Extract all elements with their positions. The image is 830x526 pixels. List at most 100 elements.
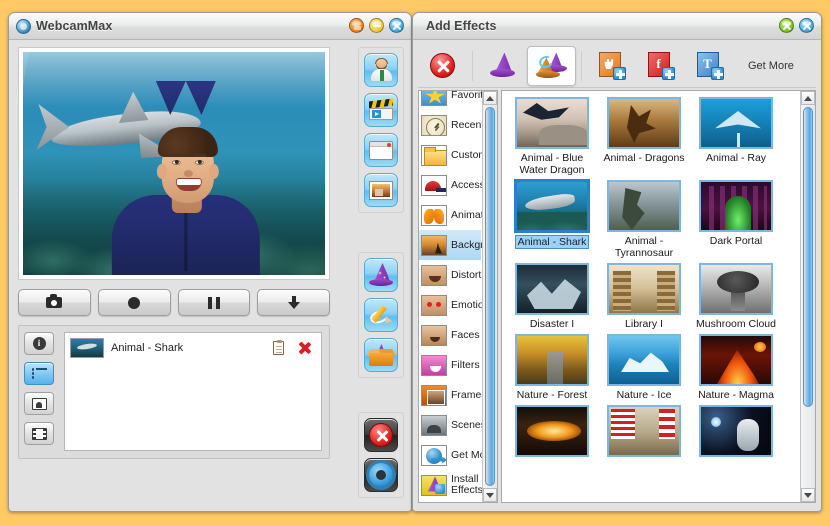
video-tab[interactable]: [24, 422, 54, 445]
close-button[interactable]: [799, 18, 814, 33]
info-tab[interactable]: i: [24, 332, 54, 355]
multi-effect-button[interactable]: [527, 46, 576, 86]
category-item-get-more[interactable]: Get More: [419, 440, 481, 470]
clear-effects-button[interactable]: [364, 418, 398, 452]
toolbar-divider: [581, 51, 582, 81]
category-item-favorites[interactable]: Favorites: [419, 90, 481, 110]
category-item-animations[interactable]: Animations: [419, 200, 481, 230]
effect-cell[interactable]: Animal - Shark: [508, 180, 596, 259]
red-close-icon: [369, 423, 393, 447]
category-item-custom[interactable]: Custom: [419, 140, 481, 170]
snapshot-button[interactable]: [18, 289, 91, 316]
window-controls-left: [349, 18, 404, 33]
effect-cell[interactable]: [508, 405, 596, 460]
get-more-link[interactable]: Get More: [748, 60, 794, 72]
desktop-button[interactable]: [364, 133, 398, 167]
effect-cell[interactable]: Nature - Magma: [692, 334, 780, 401]
video-source-button[interactable]: [364, 93, 398, 127]
category-list-inner: FavoritesRecentCustomAccessorieAnimation…: [419, 90, 481, 500]
webcammax-titlebar[interactable]: WebcamMax: [9, 13, 411, 40]
category-item-install-effects[interactable]: Install Effects: [419, 470, 481, 500]
picture-tab[interactable]: [24, 392, 54, 415]
category-item-background[interactable]: Background: [419, 230, 481, 260]
category-item-faces[interactable]: Faces: [419, 320, 481, 350]
delete-x-icon[interactable]: [297, 341, 311, 355]
effect-thumbnail: [607, 180, 681, 232]
effect-cell[interactable]: Animal - Dragons: [600, 97, 688, 176]
effect-label: Animal - Blue Water Dragon: [508, 152, 596, 176]
webcammax-window: WebcamMax: [8, 12, 412, 512]
install-hat-icon: [421, 475, 447, 496]
distorted-face-icon: [421, 265, 447, 286]
category-item-distortions[interactable]: Distortions: [419, 260, 481, 290]
draw-button[interactable]: [364, 298, 398, 332]
effect-cell[interactable]: Nature - Forest: [508, 334, 596, 401]
effect-thumbnail: [699, 263, 773, 315]
category-list[interactable]: FavoritesRecentCustomAccessorieAnimation…: [418, 90, 498, 503]
effect-cell[interactable]: Dark Portal: [692, 180, 780, 259]
add-picture-button[interactable]: [587, 46, 636, 86]
effect-cell[interactable]: Library I: [600, 263, 688, 330]
add-flash-button[interactable]: f: [636, 46, 685, 86]
category-item-accessorie[interactable]: Accessorie: [419, 170, 481, 200]
effect-thumbnail: [699, 405, 773, 457]
double-hat-icon: [537, 53, 567, 79]
category-item-emotions[interactable]: Emotions: [419, 290, 481, 320]
record-dot-icon: [128, 297, 140, 309]
my-effects-button[interactable]: [364, 338, 398, 372]
minimize-button[interactable]: [779, 18, 794, 33]
picture-icon: [32, 398, 47, 410]
effect-cell[interactable]: [692, 405, 780, 460]
globe-arrow-icon: [421, 445, 447, 466]
effects-scrollbar[interactable]: [800, 91, 815, 502]
avatar-button[interactable]: [364, 53, 398, 87]
effect-cell[interactable]: Disaster I: [508, 263, 596, 330]
effect-label: Mushroom Cloud: [696, 318, 776, 330]
effects-button[interactable]: [364, 258, 398, 292]
arrow-down-icon: [288, 296, 300, 309]
scroll-down-arrow[interactable]: [801, 488, 815, 502]
effect-cell[interactable]: Nature - Ice: [600, 334, 688, 401]
red-eyes-face-icon: [421, 295, 447, 316]
effect-label: Nature - Forest: [517, 389, 588, 401]
effect-cell[interactable]: Mushroom Cloud: [692, 263, 780, 330]
remove-all-button[interactable]: [418, 46, 467, 86]
category-item-filters[interactable]: Filters: [419, 350, 481, 380]
effects-list-tab[interactable]: [24, 362, 54, 385]
single-effect-button[interactable]: [478, 46, 527, 86]
scroll-up-arrow[interactable]: [483, 91, 497, 105]
effect-thumbnail: [515, 405, 589, 457]
effect-cell[interactable]: Animal - Tyrannosaur: [600, 180, 688, 259]
minimize-button[interactable]: [349, 18, 364, 33]
scroll-up-arrow[interactable]: [801, 91, 815, 105]
scroll-thumb[interactable]: [803, 107, 813, 407]
pause-button[interactable]: [178, 289, 251, 316]
effects-grid[interactable]: Animal - Blue Water DragonAnimal - Drago…: [502, 91, 798, 502]
category-label: Faces: [451, 330, 480, 341]
settings-button[interactable]: [364, 458, 398, 492]
category-item-frames[interactable]: Frames: [419, 380, 481, 410]
effect-cell[interactable]: Animal - Blue Water Dragon: [508, 97, 596, 176]
list-item[interactable]: Animal - Shark: [65, 336, 321, 360]
maximize-button[interactable]: [369, 18, 384, 33]
category-scrollbar[interactable]: [482, 91, 497, 502]
download-button[interactable]: [257, 289, 330, 316]
face-icon: [421, 325, 447, 346]
webcam-logo-icon: [16, 19, 31, 34]
add-effects-titlebar[interactable]: Add Effects: [413, 13, 821, 40]
webcam-video[interactable]: [23, 52, 325, 275]
record-button[interactable]: [98, 289, 171, 316]
close-button[interactable]: [389, 18, 404, 33]
scroll-down-arrow[interactable]: [483, 488, 497, 502]
category-item-scenes[interactable]: Scenes: [419, 410, 481, 440]
category-item-recent[interactable]: Recent: [419, 110, 481, 140]
video-preview-frame: [18, 47, 330, 280]
applied-effects-list[interactable]: Animal - Shark: [64, 332, 322, 451]
scroll-thumb[interactable]: [485, 107, 495, 486]
copy-icon[interactable]: [273, 341, 284, 355]
webcammax-title: WebcamMax: [36, 19, 112, 33]
effect-cell[interactable]: [600, 405, 688, 460]
add-text-button[interactable]: T: [685, 46, 734, 86]
picture-source-button[interactable]: [364, 173, 398, 207]
effect-cell[interactable]: Animal - Ray: [692, 97, 780, 176]
